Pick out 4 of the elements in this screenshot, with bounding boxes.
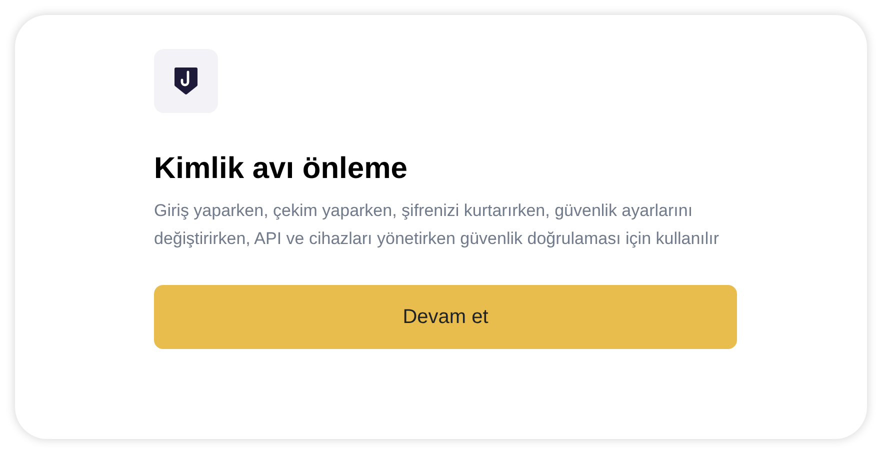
shield-hook-icon	[174, 66, 198, 96]
continue-button[interactable]: Devam et	[154, 285, 737, 349]
description-text: Giriş yaparken, çekim yaparken, şifrenizi kurtarırken, güvenlik ayarlarını değiştirirken, API ve cihazları yönetirken güvenlik doğrulaması için kullanılır	[154, 200, 720, 250]
dialog-title: Kimlik avı önleme	[154, 151, 408, 187]
